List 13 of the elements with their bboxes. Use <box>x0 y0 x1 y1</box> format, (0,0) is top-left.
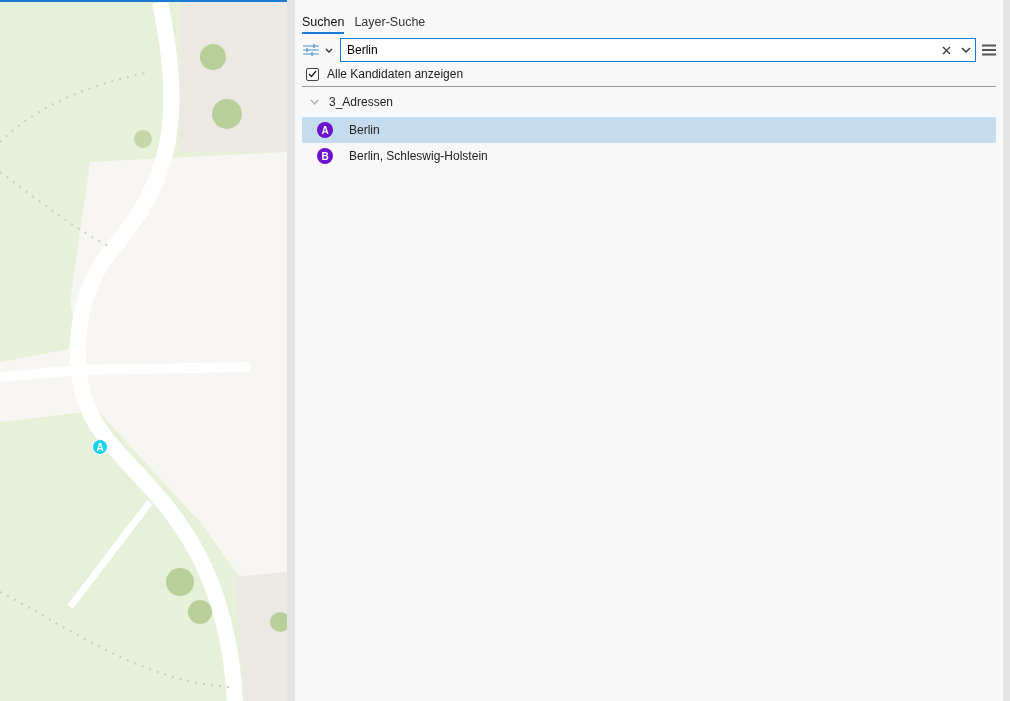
result-item[interactable]: A Berlin <box>302 117 996 143</box>
result-marker: B <box>317 148 333 164</box>
tab[interactable]: Layer-Suche <box>354 13 426 34</box>
group-label: 3_Adressen <box>329 95 394 109</box>
clear-icon[interactable] <box>942 45 951 55</box>
result-marker: A <box>317 122 333 138</box>
search-field[interactable]: Berlin <box>340 38 976 62</box>
checkbox[interactable] <box>306 67 319 81</box>
result-item[interactable]: B Berlin, Schleswig-Holstein <box>302 143 996 169</box>
menu-icon[interactable] <box>982 44 996 56</box>
chevron-down-icon[interactable] <box>961 47 971 53</box>
checkbox-label: Alle Kandidaten anzeigen <box>327 67 464 81</box>
tab[interactable]: Suchen <box>302 13 345 34</box>
